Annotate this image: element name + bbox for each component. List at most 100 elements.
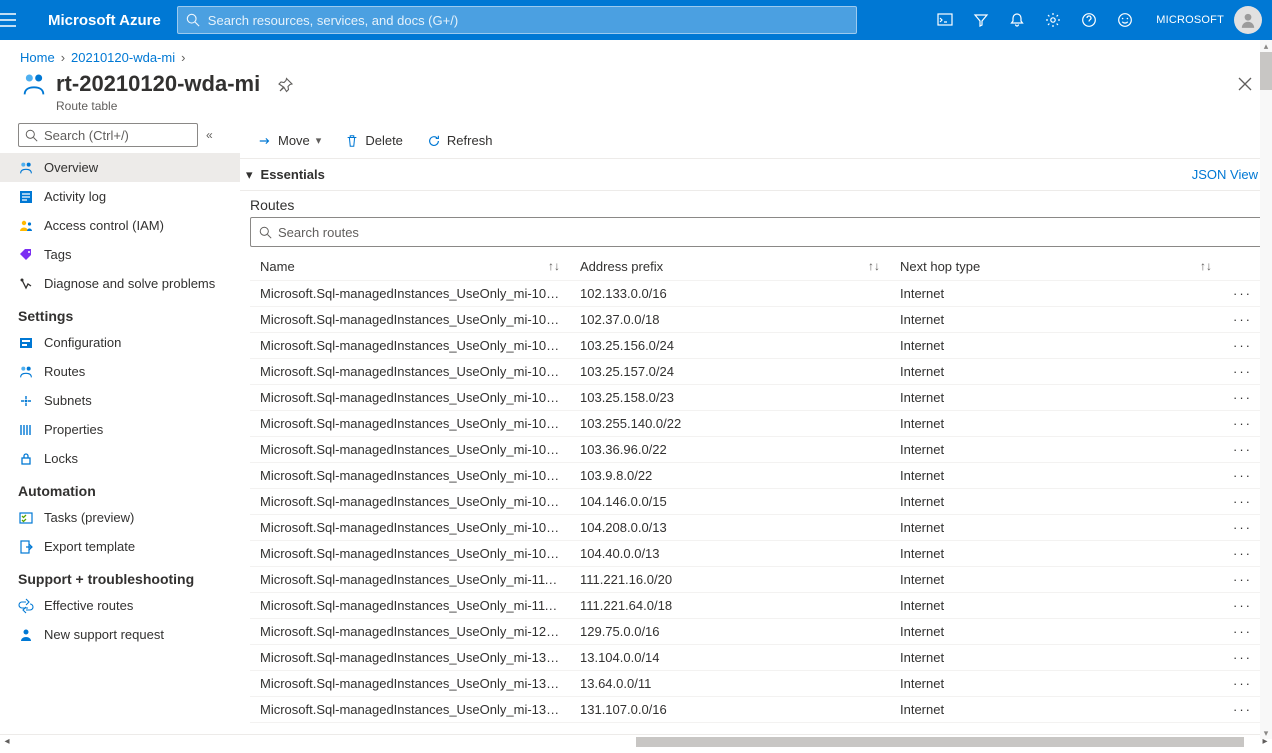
essentials-toggle[interactable]: ▾ Essentials [246,167,325,183]
table-row[interactable]: Microsoft.Sql-managedInstances_UseOnly_m… [250,619,1262,645]
table-row[interactable]: Microsoft.Sql-managedInstances_UseOnly_m… [250,697,1262,723]
global-search-input[interactable] [208,13,848,28]
col-prefix-header[interactable]: Address prefix↑↓ [570,253,890,281]
table-row[interactable]: Microsoft.Sql-managedInstances_UseOnly_m… [250,333,1262,359]
sidebar-item-configuration[interactable]: Configuration [0,328,240,357]
table-row[interactable]: Microsoft.Sql-managedInstances_UseOnly_m… [250,307,1262,333]
row-context-menu[interactable]: ··· [1222,385,1262,411]
row-context-menu[interactable]: ··· [1222,697,1262,723]
vertical-scrollbar[interactable]: ▴ ▾ [1260,40,1272,739]
breadcrumb-parent[interactable]: 20210120-wda-mi [71,50,175,65]
row-context-menu[interactable]: ··· [1222,333,1262,359]
horizontal-scrollbar[interactable]: ◂ ▸ [0,734,1272,748]
sidebar-item-subnets[interactable]: Subnets [0,386,240,415]
routes-search-input[interactable] [278,225,1253,240]
sidebar-item-routes[interactable]: Routes [0,357,240,386]
row-context-menu[interactable]: ··· [1222,541,1262,567]
table-row[interactable]: Microsoft.Sql-managedInstances_UseOnly_m… [250,411,1262,437]
sidebar-item-diagnose-and-solve-problems[interactable]: Diagnose and solve problems [0,269,240,298]
directory-filter-icon[interactable] [964,0,998,40]
hamburger-menu[interactable] [0,13,48,27]
collapse-sidebar-button[interactable]: « [206,128,213,142]
sidebar-item-effective-routes[interactable]: Effective routes [0,591,240,620]
sidebar-item-label: Subnets [44,393,92,408]
sidebar-item-properties[interactable]: Properties [0,415,240,444]
help-icon[interactable] [1072,0,1106,40]
account-menu[interactable]: MICROSOFT [1142,6,1272,34]
sidebar-search[interactable] [18,123,198,147]
route-prefix: 13.64.0.0/11 [570,671,890,697]
route-prefix: 104.40.0.0/13 [570,541,890,567]
row-context-menu[interactable]: ··· [1222,359,1262,385]
row-context-menu[interactable]: ··· [1222,619,1262,645]
sidebar-search-input[interactable] [44,128,191,143]
scroll-up-arrow[interactable]: ▴ [1260,40,1272,52]
breadcrumb-home[interactable]: Home [20,50,55,65]
page-subtitle: Route table [56,99,260,113]
json-view-link[interactable]: JSON View [1192,167,1258,182]
sidebar-item-export-template[interactable]: Export template [0,532,240,561]
row-context-menu[interactable]: ··· [1222,515,1262,541]
row-context-menu[interactable]: ··· [1222,437,1262,463]
row-context-menu[interactable]: ··· [1222,463,1262,489]
sidebar-item-locks[interactable]: Locks [0,444,240,473]
scroll-thumb[interactable] [1260,52,1272,90]
route-name: Microsoft.Sql-managedInstances_UseOnly_m… [250,671,570,697]
scroll-thumb[interactable] [636,737,1244,747]
scroll-left-arrow[interactable]: ◂ [0,736,14,747]
sidebar-item-overview[interactable]: Overview [0,153,240,182]
row-context-menu[interactable]: ··· [1222,281,1262,307]
table-row[interactable]: Microsoft.Sql-managedInstances_UseOnly_m… [250,593,1262,619]
notifications-icon[interactable] [1000,0,1034,40]
sidebar-item-tasks-preview-[interactable]: Tasks (preview) [0,503,240,532]
row-context-menu[interactable]: ··· [1222,307,1262,333]
table-row[interactable]: Microsoft.Sql-managedInstances_UseOnly_m… [250,515,1262,541]
sort-icon[interactable]: ↑↓ [548,259,560,273]
row-context-menu[interactable]: ··· [1222,671,1262,697]
routes-search[interactable] [250,217,1262,247]
sort-icon[interactable]: ↑↓ [868,259,880,273]
route-name: Microsoft.Sql-managedInstances_UseOnly_m… [250,619,570,645]
feedback-icon[interactable] [1108,0,1142,40]
table-row[interactable]: Microsoft.Sql-managedInstances_UseOnly_m… [250,437,1262,463]
table-row[interactable]: Microsoft.Sql-managedInstances_UseOnly_m… [250,463,1262,489]
sidebar-item-new-support-request[interactable]: New support request [0,620,240,649]
refresh-icon [427,134,441,148]
row-context-menu[interactable]: ··· [1222,411,1262,437]
global-search[interactable] [177,6,857,34]
row-context-menu[interactable]: ··· [1222,645,1262,671]
table-row[interactable]: Microsoft.Sql-managedInstances_UseOnly_m… [250,385,1262,411]
row-context-menu[interactable]: ··· [1222,567,1262,593]
table-row[interactable]: Microsoft.Sql-managedInstances_UseOnly_m… [250,567,1262,593]
sort-icon[interactable]: ↑↓ [1200,259,1212,273]
table-row[interactable]: Microsoft.Sql-managedInstances_UseOnly_m… [250,359,1262,385]
sidebar-item-tags[interactable]: Tags [0,240,240,269]
route-prefix: 103.25.156.0/24 [570,333,890,359]
row-context-menu[interactable]: ··· [1222,489,1262,515]
row-context-menu[interactable]: ··· [1222,593,1262,619]
move-button[interactable]: Move ▾ [248,125,331,157]
col-hop-header[interactable]: Next hop type↑↓ [890,253,1222,281]
hamburger-icon [0,13,16,27]
sidebar-item-access-control-iam-[interactable]: Access control (IAM) [0,211,240,240]
route-prefix: 103.25.158.0/23 [570,385,890,411]
effective-icon [18,598,34,614]
table-row[interactable]: Microsoft.Sql-managedInstances_UseOnly_m… [250,541,1262,567]
col-name-header[interactable]: Name↑↓ [250,253,570,281]
brand-label[interactable]: Microsoft Azure [48,12,161,29]
table-row[interactable]: Microsoft.Sql-managedInstances_UseOnly_m… [250,489,1262,515]
cloud-shell-icon[interactable] [928,0,962,40]
settings-icon[interactable] [1036,0,1070,40]
route-hop: Internet [890,333,1222,359]
sidebar-item-label: New support request [44,627,164,642]
sidebar-item-activity-log[interactable]: Activity log [0,182,240,211]
table-row[interactable]: Microsoft.Sql-managedInstances_UseOnly_m… [250,645,1262,671]
close-button[interactable] [1238,71,1252,91]
essentials-row: ▾ Essentials JSON View [240,159,1272,191]
table-row[interactable]: Microsoft.Sql-managedInstances_UseOnly_m… [250,671,1262,697]
scroll-down-arrow[interactable]: ▾ [1260,727,1272,739]
refresh-button[interactable]: Refresh [417,125,503,157]
table-row[interactable]: Microsoft.Sql-managedInstances_UseOnly_m… [250,281,1262,307]
delete-button[interactable]: Delete [335,125,413,157]
pin-button[interactable] [278,71,294,93]
